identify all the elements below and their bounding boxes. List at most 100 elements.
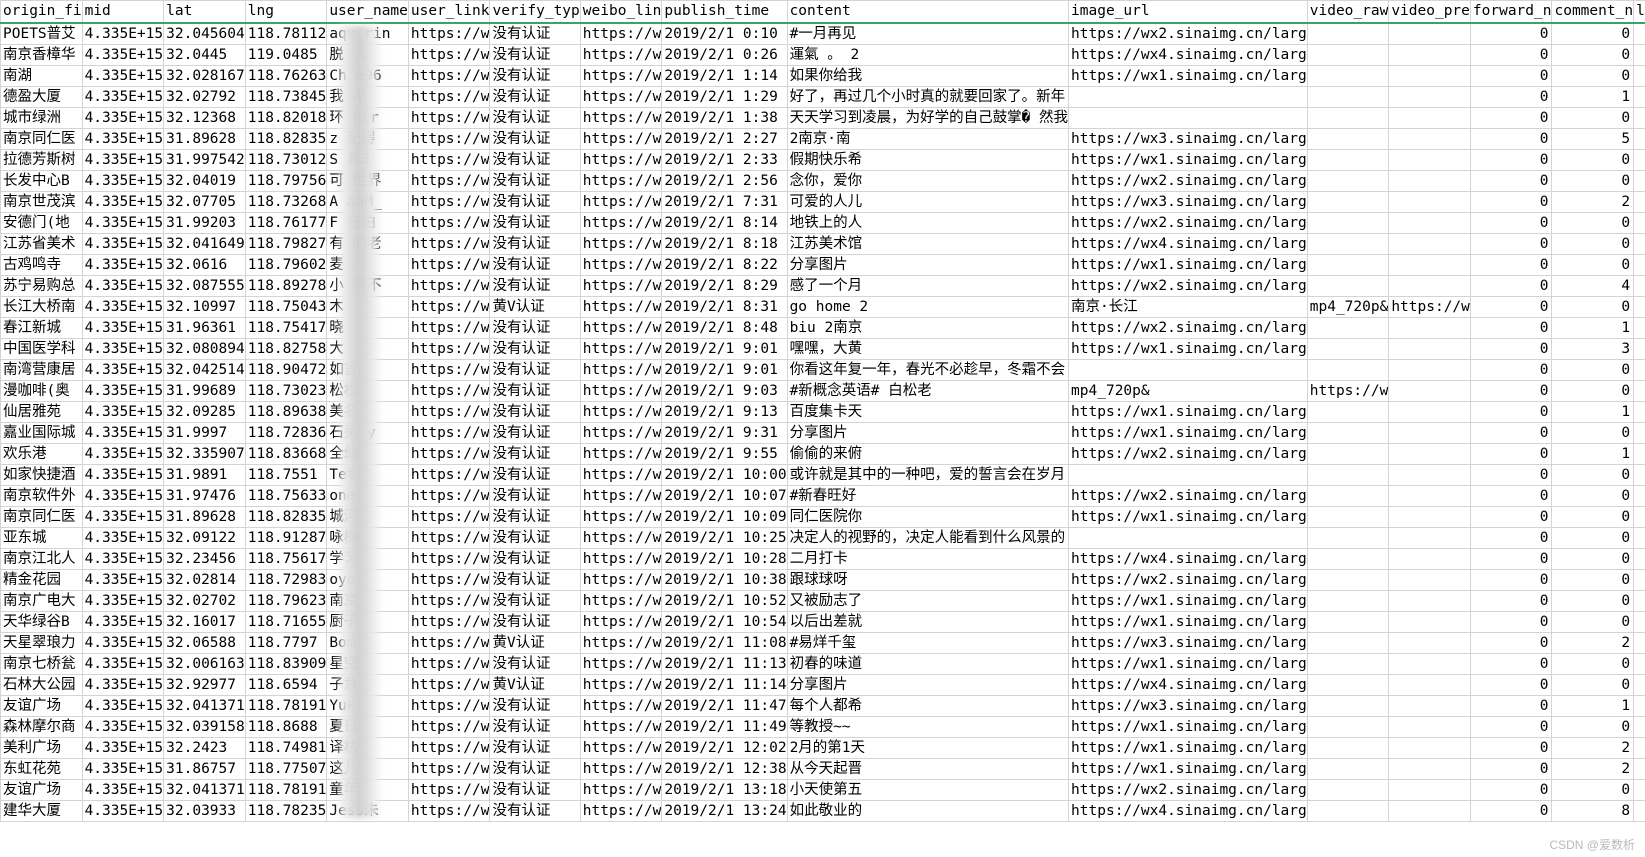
cell[interactable]: 中国医学科 xyxy=(0,337,83,360)
cell[interactable] xyxy=(1388,379,1471,402)
cell[interactable]: 0 xyxy=(1469,736,1553,759)
cell[interactable]: https://w xyxy=(407,358,491,381)
cell[interactable] xyxy=(1306,778,1390,801)
cell[interactable]: 2019/2/1 1:38 xyxy=(661,106,788,129)
cell[interactable]: 32.02814 xyxy=(163,568,246,591)
cell[interactable]: 天华绿谷B xyxy=(0,610,83,633)
cell[interactable] xyxy=(1306,589,1390,612)
cell[interactable]: 0 xyxy=(1633,127,1645,150)
cell[interactable]: 3 xyxy=(1551,337,1635,360)
cell[interactable]: 德盈大厦 xyxy=(0,85,83,108)
cell[interactable]: https://w xyxy=(579,568,663,591)
cell[interactable]: 119.0485 xyxy=(244,43,328,66)
cell[interactable]: 32.16017 xyxy=(163,610,246,633)
cell[interactable]: 0 xyxy=(1469,421,1553,444)
cell[interactable]: https://w xyxy=(579,778,663,801)
cell[interactable]: 3 xyxy=(1633,673,1645,696)
cell[interactable]: 0 xyxy=(1469,442,1553,465)
cell[interactable]: 0 xyxy=(1469,64,1553,87)
cell[interactable] xyxy=(1388,253,1471,276)
cell[interactable]: 2019/2/1 10:52 xyxy=(661,589,788,612)
column-header[interactable]: lng xyxy=(244,0,328,24)
cell[interactable]: 2019/2/1 10:28 xyxy=(661,547,788,570)
cell[interactable] xyxy=(1306,421,1390,444)
cell[interactable]: 1 xyxy=(1633,400,1645,423)
cell[interactable] xyxy=(1306,316,1390,339)
cell[interactable]: 31.89628 xyxy=(163,127,246,150)
cell[interactable]: 美利广场 xyxy=(0,736,83,759)
cell[interactable]: 0 xyxy=(1469,589,1553,612)
cell[interactable]: 32.2423 xyxy=(163,736,246,759)
cell[interactable]: 以后出差就 xyxy=(786,610,1070,633)
cell[interactable]: 没有认证 xyxy=(489,358,581,381)
cell[interactable] xyxy=(1306,442,1390,465)
cell[interactable]: 2 xyxy=(1633,799,1645,822)
table-row[interactable]: 南湖4.335E+1532.028167118.76263Ch 696https… xyxy=(0,64,1645,87)
cell[interactable]: https://w xyxy=(579,169,663,192)
cell[interactable] xyxy=(1388,190,1471,213)
table-row[interactable]: 春江新城4.335E+1531.96361118.75417晓 https://… xyxy=(0,316,1645,339)
cell[interactable]: https://w xyxy=(407,274,491,297)
cell[interactable]: 古鸡鸣寺 xyxy=(0,253,83,276)
cell[interactable] xyxy=(1306,673,1390,696)
cell[interactable]: 4.335E+15 xyxy=(81,547,165,570)
cell[interactable]: 118.82018 xyxy=(244,106,328,129)
cell[interactable]: 2019/2/1 12:38 xyxy=(661,757,788,780)
cell[interactable]: 32.028167 xyxy=(163,64,246,87)
cell[interactable] xyxy=(1306,85,1390,108)
cell[interactable]: 2019/2/1 9:13 xyxy=(661,400,788,423)
cell[interactable]: 4.335E+15 xyxy=(81,379,165,402)
cell[interactable]: 0 xyxy=(1633,631,1645,654)
cell[interactable]: 4.335E+15 xyxy=(81,22,165,45)
cell[interactable]: 32.080894 xyxy=(163,337,246,360)
cell[interactable] xyxy=(1306,400,1390,423)
cell[interactable]: 0 xyxy=(1551,232,1635,255)
cell[interactable] xyxy=(1388,274,1471,297)
cell[interactable]: 1 xyxy=(1633,211,1645,234)
table-row[interactable]: 南京软件外4.335E+1531.97476118.75633one https… xyxy=(0,484,1645,507)
cell[interactable]: https://wx1.sinaimg.cn/larg xyxy=(1068,337,1308,360)
cell[interactable]: 118.75617 xyxy=(244,547,328,570)
cell[interactable]: https://w xyxy=(407,148,491,171)
cell[interactable]: 118.89278 xyxy=(244,274,328,297)
cell[interactable]: https://wx2.sinaimg.cn/larg xyxy=(1068,22,1308,45)
cell[interactable]: 118.7797 xyxy=(244,631,328,654)
cell[interactable]: 没有认证 xyxy=(489,421,581,444)
cell[interactable]: 32.23456 xyxy=(163,547,246,570)
cell[interactable]: https://wx1.sinaimg.cn/larg xyxy=(1068,148,1308,171)
cell[interactable]: 4.335E+15 xyxy=(81,232,165,255)
cell[interactable]: https://w xyxy=(579,358,663,381)
cell[interactable]: https://w xyxy=(579,232,663,255)
cell[interactable]: 0 xyxy=(1551,64,1635,87)
cell[interactable]: 4.335E+15 xyxy=(81,673,165,696)
cell[interactable]: 0 xyxy=(1469,337,1553,360)
cell[interactable]: https://wx3.sinaimg.cn/larg xyxy=(1068,631,1308,654)
cell[interactable]: https://w xyxy=(407,337,491,360)
cell[interactable]: 可爱的人儿 xyxy=(786,190,1070,213)
cell[interactable]: 4.335E+15 xyxy=(81,694,165,717)
cell[interactable] xyxy=(1306,757,1390,780)
cell[interactable]: 0 xyxy=(1469,505,1553,528)
cell[interactable]: https://w xyxy=(407,694,491,717)
cell[interactable]: https://w xyxy=(579,505,663,528)
cell[interactable] xyxy=(1306,127,1390,150)
cell[interactable]: 118.78112 xyxy=(244,22,328,45)
cell[interactable]: 2019/2/1 10:38 xyxy=(661,568,788,591)
column-header[interactable]: lat xyxy=(163,0,246,24)
cell[interactable]: https://w xyxy=(407,22,491,45)
cell[interactable]: https://w xyxy=(407,379,491,402)
cell[interactable]: 2019/2/1 8:29 xyxy=(661,274,788,297)
cell[interactable]: 百度集卡天 xyxy=(786,400,1070,423)
cell[interactable] xyxy=(1068,463,1308,486)
cell[interactable]: 4.335E+15 xyxy=(81,463,165,486)
cell[interactable]: 天天学习到凌晨，为好学的自己鼓掌� 然我 xyxy=(786,106,1070,129)
cell[interactable] xyxy=(1388,358,1471,381)
table-row[interactable]: 天华绿谷B4.335E+1532.16017118.71655厨子 https:… xyxy=(0,610,1645,633)
cell[interactable]: 嘿嘿，大黄 xyxy=(786,337,1070,360)
cell[interactable]: https://w xyxy=(579,274,663,297)
cell[interactable]: 0 xyxy=(1551,547,1635,570)
cell[interactable] xyxy=(1388,442,1471,465)
cell[interactable]: 2019/2/1 8:22 xyxy=(661,253,788,276)
cell[interactable]: https://wx2.sinaimg.cn/larg xyxy=(1068,211,1308,234)
cell[interactable]: 4.335E+15 xyxy=(81,85,165,108)
